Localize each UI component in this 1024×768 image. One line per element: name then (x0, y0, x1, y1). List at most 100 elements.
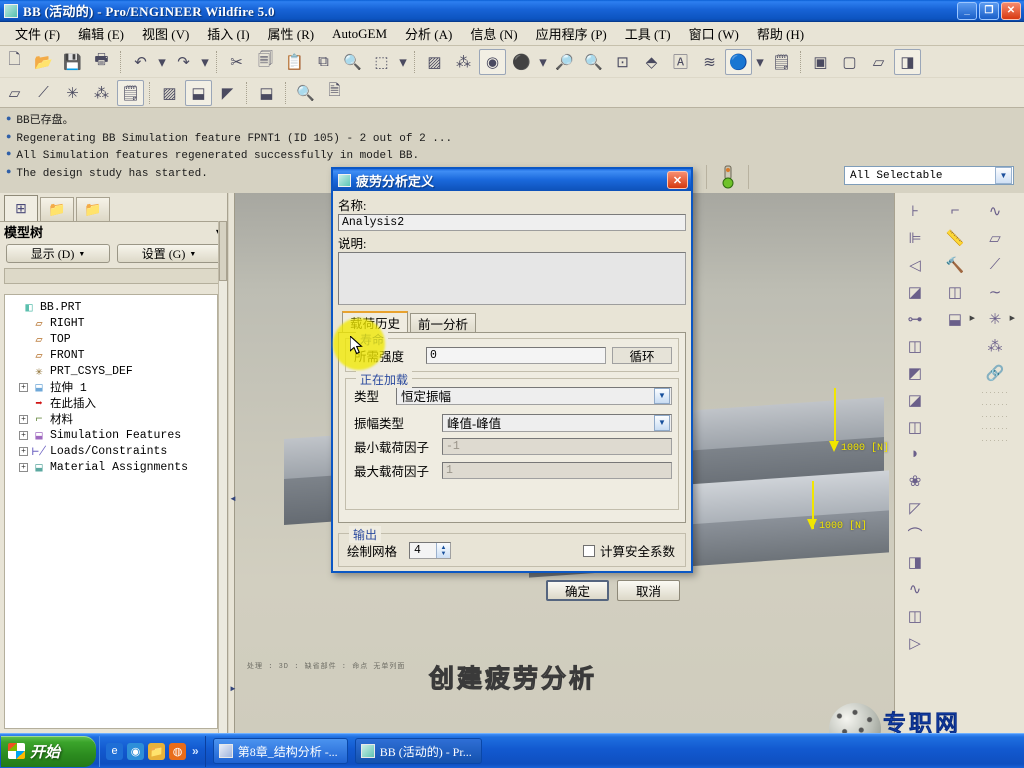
datum-plane-icon[interactable]: ▱ (980, 224, 1010, 251)
zoom-out-icon[interactable]: 🔍 (580, 49, 607, 75)
capture-image-icon[interactable]: 🗒 (768, 49, 795, 75)
zoom-in-icon[interactable]: 🔎 (551, 49, 578, 75)
start-button[interactable]: 开始 (1, 735, 96, 767)
chevron-down-icon[interactable]: ▼ (654, 387, 670, 404)
amplitude-type-combo[interactable]: 峰值-峰值 ▼ (442, 413, 672, 432)
cancel-button[interactable]: 取消 (617, 580, 680, 601)
redo-dropdown-icon[interactable]: ▾ (199, 49, 211, 75)
regenerate-icon[interactable]: ⧉ (310, 49, 337, 75)
media-player-icon[interactable]: ◉ (127, 742, 144, 760)
bearing-load-icon[interactable]: ◫ (900, 413, 930, 440)
pressure-load-icon[interactable]: ◪ (900, 386, 930, 413)
maximize-button[interactable]: ❐ (979, 1, 999, 20)
undo-icon[interactable]: ↶ (127, 49, 154, 75)
tree-item[interactable]: ✳ PRT_CSYS_DEF (7, 363, 215, 379)
tree-item[interactable]: + ⬓ Material Assignments (7, 459, 215, 475)
show-menu-button[interactable]: 显示 (D) ▼ (6, 244, 110, 263)
tree-item[interactable]: + ⬓ Simulation Features (7, 427, 215, 443)
datum-csys-display-icon[interactable]: ⁂ (88, 80, 115, 106)
quick-launch-overflow-button[interactable]: » (192, 744, 199, 758)
handle-load-icon[interactable]: ⌒ (900, 521, 930, 548)
elements-display-icon[interactable]: ⬓ (185, 79, 212, 106)
datum-axis-display-icon[interactable]: ⟋ (30, 80, 57, 106)
named-view-icon[interactable]: 🄰 (667, 49, 694, 75)
required-strength-input[interactable]: 0 (426, 347, 606, 364)
menu-item-1[interactable]: 编辑 (E) (69, 22, 133, 45)
traffic-light-icon[interactable] (714, 164, 741, 190)
mesh-display-icon[interactable]: ▨ (156, 80, 183, 106)
displacement-constraint-icon[interactable]: ⊦ (900, 197, 930, 224)
expand-toggle-icon[interactable]: + (19, 462, 28, 472)
expand-toggle-icon[interactable]: + (19, 414, 28, 424)
view-shaded-icon[interactable]: ◨ (894, 48, 921, 75)
folder-icon[interactable]: 📁 (148, 742, 165, 760)
chevron-down-icon[interactable]: ▼ (654, 414, 670, 431)
plot-grid-stepper[interactable]: 4 ▲ ▼ (409, 542, 451, 559)
dialog-close-button[interactable]: ✕ (667, 171, 688, 189)
minimize-button[interactable]: _ (957, 1, 977, 20)
menu-item-0[interactable]: 文件 (F) (6, 22, 69, 45)
select-dropdown-icon[interactable]: ▾ (397, 49, 409, 75)
menu-item-10[interactable]: 窗口 (W) (680, 22, 748, 45)
name-input[interactable]: Analysis2 (338, 214, 686, 231)
view-wireframe-icon[interactable]: ▣ (807, 49, 834, 75)
gravity-load-icon[interactable]: ◗ (900, 440, 930, 467)
folder-browser-tab[interactable]: 📁 (40, 197, 74, 221)
datum-point-display-icon[interactable]: ✳ (59, 80, 86, 106)
tree-item[interactable]: + ⌐ 材料 (7, 411, 215, 427)
material-define-icon[interactable]: ⌐ (940, 197, 970, 224)
select-box-icon[interactable]: ⬚ (368, 49, 395, 75)
help-pointer-icon[interactable]: 🔍 (292, 80, 319, 106)
expand-toggle-icon[interactable]: + (19, 382, 28, 392)
taskbar-button-1[interactable]: BB (活动的) - Pr... (354, 738, 482, 764)
volume-region-icon[interactable]: ⬓ ▶ (940, 305, 975, 332)
open-file-icon[interactable]: 📂 (30, 49, 57, 75)
datum-axis-icon[interactable]: ⟋ (980, 251, 1010, 278)
expand-toggle-icon[interactable]: + (19, 446, 28, 456)
scrollbar-thumb[interactable] (219, 221, 227, 281)
planar-constraint-icon[interactable]: ⊫ (900, 224, 930, 251)
spline-curve-icon[interactable]: ∼ (980, 278, 1010, 305)
csys-display-icon[interactable]: ⁂ (450, 49, 477, 75)
force-load-icon[interactable]: ◩ (900, 359, 930, 386)
model-tree-tab[interactable]: ⊞ (4, 195, 38, 221)
view-no-hidden-icon[interactable]: ▱ (865, 49, 892, 75)
centrifugal-load-icon[interactable]: ❀ (900, 467, 930, 494)
shading-dropdown-icon[interactable]: ▾ (537, 49, 549, 75)
stepper-buttons[interactable]: ▲ ▼ (436, 543, 450, 558)
tree-item[interactable]: ➡ 在此插入 (7, 395, 215, 412)
menu-item-4[interactable]: 属性 (R) (259, 22, 324, 45)
model-tree[interactable]: ◧ BB.PRT ▱ RIGHT ▱ TOP ▱ FRONT ✳ PRT_CSYS_DEF + ⬓ 拉伸… (4, 294, 218, 729)
tree-item[interactable]: ▱ TOP (7, 331, 215, 347)
shading-icon[interactable]: ⚫ (508, 49, 535, 75)
refit-icon[interactable]: ⊡ (609, 49, 636, 75)
favorites-tab[interactable]: 📁 (76, 197, 110, 221)
fatigue-analysis-dialog[interactable]: 疲劳分析定义 ✕ 名称: Analysis2 说明: 载荷历史前一分析 寿命 所… (331, 167, 693, 601)
undo-dropdown-icon[interactable]: ▾ (156, 49, 168, 75)
paste-icon[interactable]: 📋 (281, 49, 308, 75)
new-file-icon[interactable]: 🗋 (1, 49, 28, 75)
menu-item-8[interactable]: 应用程序 (P) (527, 22, 616, 45)
chevron-down-icon[interactable]: ▼ (78, 250, 85, 258)
pin-constraint-icon[interactable]: ◁ (900, 251, 930, 278)
dialog-tab-1[interactable]: 前一分析 (410, 313, 477, 332)
layers-icon[interactable]: ≋ (696, 49, 723, 75)
symmetry-constraint-icon[interactable]: ⊶ (900, 305, 930, 332)
appearance-dropdown-icon[interactable]: ▾ (754, 49, 766, 75)
menu-item-3[interactable]: 插入 (I) (198, 22, 258, 45)
fringe-display-icon[interactable]: ◤ (214, 80, 241, 106)
tree-item[interactable]: + ⬓ 拉伸 1 (7, 379, 215, 395)
max-load-factor-input[interactable]: 1 (442, 462, 672, 479)
submenu-arrow-icon[interactable]: ▶ (970, 314, 975, 322)
spring-icon[interactable]: ∿ (900, 575, 930, 602)
reorient-icon[interactable]: ⬘ (638, 49, 665, 75)
chevron-down-icon[interactable]: ▼ (441, 551, 447, 557)
shell-pair-icon[interactable]: ▷ (900, 629, 930, 656)
tree-item[interactable]: ▱ RIGHT (7, 315, 215, 331)
simulation-display-icon[interactable]: ⬓ (253, 80, 280, 106)
print-icon[interactable]: 🖶 (88, 49, 115, 75)
menu-item-7[interactable]: 信息 (N) (461, 22, 526, 45)
close-button[interactable]: ✕ (1001, 1, 1021, 20)
spin-center-icon[interactable]: ◉ (479, 48, 506, 75)
menu-item-11[interactable]: 帮助 (H) (748, 22, 813, 45)
